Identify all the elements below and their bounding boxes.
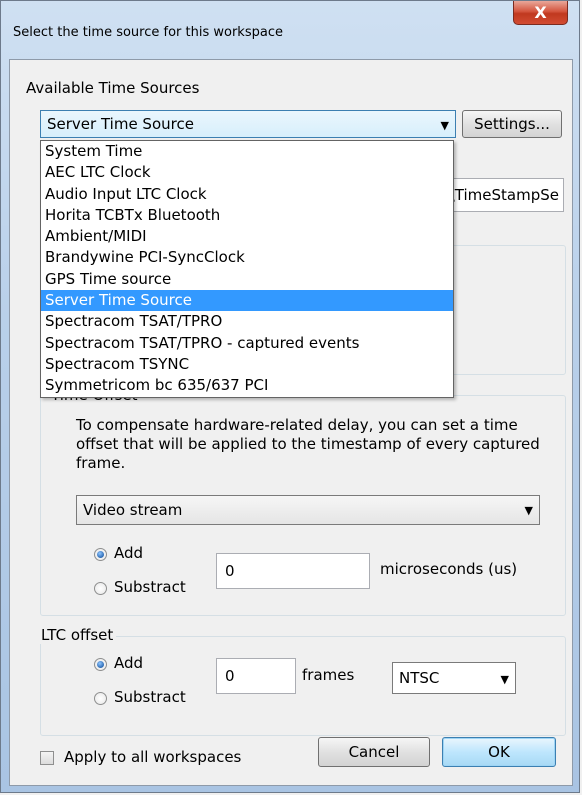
ltc-value: 0 [225,667,235,685]
settings-button-label: Settings... [474,115,550,133]
ltc-format-select[interactable]: NTSC ▼ [392,662,516,694]
settings-button[interactable]: Settings... [462,110,562,138]
ltc-offset-title: LTC offset [38,626,117,644]
title-bar[interactable]: Select the time source for this workspac… [1,1,579,59]
ltc-add-label: Add [114,654,144,672]
dropdown-option[interactable]: System Time [41,141,453,162]
apply-all-label: Apply to all workspaces [64,748,242,766]
time-offset-value-input[interactable]: 0 [216,553,370,589]
dropdown-option[interactable]: Horita TCBTx Bluetooth [41,205,453,226]
ltc-value-input[interactable]: 0 [216,658,296,694]
time-sources-label: Available Time Sources [26,79,200,97]
dropdown-option[interactable]: Symmetricom bc 635/637 PCI [41,375,453,396]
cancel-button-label: Cancel [348,743,400,761]
time-offset-description: To compensate hardware-related delay, yo… [76,416,540,472]
dropdown-option[interactable]: Spectracom TSYNC [41,354,453,375]
dropdown-option[interactable]: Spectracom TSAT/TPRO [41,311,453,332]
time-offset-add-radio[interactable] [94,548,107,561]
time-offset-unit-label: microseconds (us) [380,560,518,578]
chevron-down-icon: ▼ [524,504,533,517]
stream-selected-value: Video stream [83,501,183,519]
time-offset-add-label: Add [114,544,144,562]
time-offset-subtract-radio[interactable] [94,582,107,595]
time-source-path-value: \TimeStampSe [449,186,559,204]
cancel-button[interactable]: Cancel [318,737,430,767]
ltc-subtract-label: Substract [114,688,186,706]
ok-button[interactable]: OK [442,737,556,767]
chevron-down-icon: ▼ [500,673,509,686]
dropdown-option[interactable]: Audio Input LTC Clock [41,184,453,205]
time-offset-value: 0 [225,562,235,580]
dropdown-option[interactable]: Ambient/MIDI [41,226,453,247]
dialog-window: Select the time source for this workspac… [0,0,580,793]
time-offset-subtract-label: Substract [114,578,186,596]
window-title: Select the time source for this workspac… [13,25,283,40]
ltc-format-selected-value: NTSC [399,669,440,687]
dropdown-option[interactable]: GPS Time source [41,269,453,290]
apply-all-checkbox[interactable] [40,751,54,765]
dropdown-option[interactable]: Spectracom TSAT/TPRO - captured events [41,333,453,354]
dropdown-option-selected[interactable]: Server Time Source [41,290,453,312]
ltc-subtract-radio[interactable] [94,692,107,705]
chevron-down-icon: ▼ [440,119,449,132]
dropdown-option[interactable]: Brandywine PCI-SyncClock [41,247,453,268]
ltc-unit-label: frames [302,666,355,684]
time-source-select[interactable]: Server Time Source ▼ [40,110,456,138]
time-source-dropdown-list: System Time AEC LTC Clock Audio Input LT… [40,140,454,398]
ltc-add-radio[interactable] [94,658,107,671]
close-icon: X [534,3,547,22]
stream-select[interactable]: Video stream ▼ [76,495,540,525]
dropdown-option[interactable]: AEC LTC Clock [41,162,453,183]
ok-button-label: OK [488,743,510,761]
time-source-selected-value: Server Time Source [47,115,194,133]
close-button[interactable]: X [513,1,568,25]
